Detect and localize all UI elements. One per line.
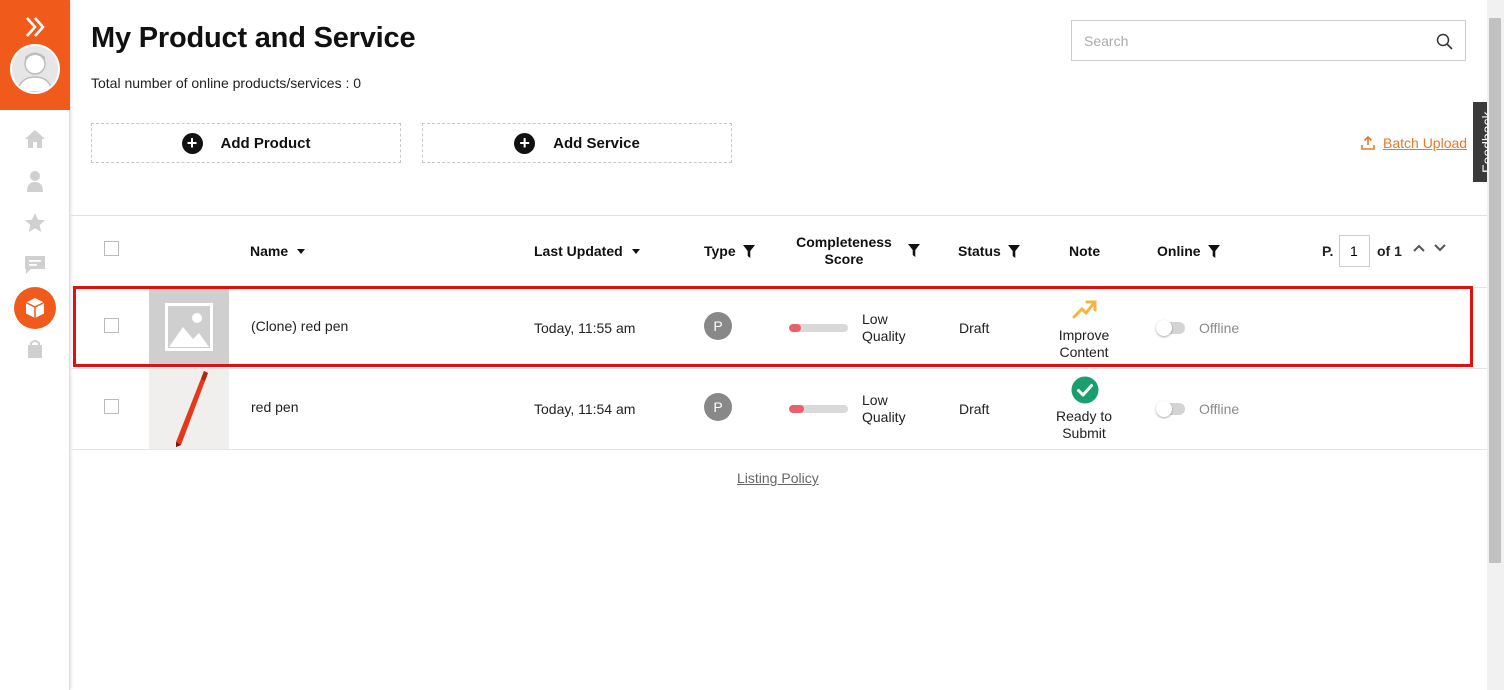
sidebar-header: [0, 0, 70, 110]
page-title: My Product and Service: [91, 22, 416, 54]
avatar[interactable]: [10, 44, 60, 94]
chevron-up-icon[interactable]: [1412, 242, 1426, 254]
completeness-score-fill: [789, 405, 804, 413]
column-header-name[interactable]: Name: [250, 243, 306, 259]
last-updated: Today, 11:55 am: [534, 320, 636, 336]
batch-upload-label: Batch Upload: [1383, 135, 1468, 151]
product-thumbnail[interactable]: [149, 287, 229, 367]
vertical-scrollbar[interactable]: [1487, 0, 1504, 690]
expand-sidebar-icon[interactable]: [24, 14, 46, 40]
completeness-score-bar: [789, 324, 848, 332]
check-circle-icon: [1071, 376, 1099, 404]
column-type-label: Type: [704, 243, 736, 259]
row-checkbox[interactable]: [104, 399, 119, 414]
total-online-count: Total number of online products/services…: [91, 75, 362, 91]
score-quality: Quality: [862, 409, 906, 425]
note-line-1: Improve: [1058, 327, 1110, 343]
star-icon[interactable]: [22, 210, 48, 236]
product-name[interactable]: red pen: [251, 399, 298, 415]
completeness-score-label: Low Quality: [862, 392, 906, 426]
column-last-updated-label: Last Updated: [534, 243, 623, 259]
search-icon[interactable]: [1436, 33, 1453, 50]
completeness-score-bar: [789, 405, 848, 413]
plus-circle-icon: +: [514, 132, 536, 154]
status-text: Draft: [959, 401, 990, 417]
filter-icon[interactable]: [1007, 244, 1020, 258]
add-service-button[interactable]: + Add Service: [422, 123, 732, 163]
filter-icon[interactable]: [908, 244, 920, 257]
batch-upload-link[interactable]: Batch Upload: [1361, 135, 1467, 151]
message-icon[interactable]: [22, 252, 48, 278]
column-header-note: Note: [1069, 243, 1100, 259]
row-divider: [71, 287, 1487, 288]
user-icon[interactable]: [22, 168, 48, 194]
online-status-label: Offline: [1199, 401, 1240, 417]
column-header-completeness[interactable]: Completeness Score: [796, 234, 892, 268]
type-badge: P: [704, 312, 732, 340]
add-product-label: Add Product: [220, 134, 311, 152]
status-text: Draft: [959, 320, 990, 336]
row-divider: [71, 368, 1487, 369]
pager-total: of 1: [1377, 243, 1402, 259]
products-nav-icon[interactable]: [14, 287, 56, 329]
toggle-knob: [1156, 320, 1172, 336]
filter-icon[interactable]: [742, 244, 755, 258]
home-icon[interactable]: [22, 126, 48, 152]
add-product-button[interactable]: + Add Product: [91, 123, 401, 163]
column-header-online[interactable]: Online: [1157, 243, 1220, 259]
toggle-knob: [1156, 401, 1172, 417]
column-header-type[interactable]: Type: [704, 243, 755, 259]
pager-label: P.: [1322, 243, 1334, 259]
sort-caret-icon[interactable]: [631, 248, 640, 254]
column-note-label: Note: [1069, 243, 1101, 259]
trending-up-icon: [1072, 300, 1097, 319]
column-score-label: Score: [824, 251, 864, 267]
column-name-label: Name: [250, 243, 289, 259]
search-box: [1071, 20, 1466, 61]
note-line-2: Content: [1059, 344, 1109, 360]
note-line-1: Ready to: [1055, 408, 1113, 424]
search-input[interactable]: [1072, 21, 1427, 60]
completeness-score-label: Low Quality: [862, 311, 906, 345]
score-level: Low: [862, 392, 888, 408]
add-service-label: Add Service: [553, 134, 640, 152]
column-completeness-label: Completeness: [796, 234, 892, 250]
product-name[interactable]: (Clone) red pen: [251, 318, 348, 334]
last-updated: Today, 11:54 am: [534, 401, 636, 417]
plus-circle-icon: +: [181, 132, 203, 154]
type-badge: P: [704, 393, 732, 421]
listing-policy-link[interactable]: Listing Policy: [737, 470, 819, 486]
image-placeholder-icon: [165, 303, 213, 351]
column-status-label: Status: [958, 243, 1001, 259]
completeness-score-fill: [789, 324, 801, 332]
upload-icon: [1361, 136, 1375, 150]
select-all-checkbox[interactable]: [104, 241, 119, 256]
score-level: Low: [862, 311, 888, 327]
score-quality: Quality: [862, 328, 906, 344]
column-header-last-updated[interactable]: Last Updated: [534, 243, 640, 259]
filter-icon[interactable]: [1207, 244, 1220, 258]
online-toggle[interactable]: [1156, 401, 1185, 417]
shopping-bag-icon[interactable]: [22, 336, 48, 362]
sort-caret-icon[interactable]: [297, 248, 306, 254]
scrollbar-thumb[interactable]: [1489, 18, 1501, 563]
note-text: Ready to Submit: [1039, 408, 1129, 442]
online-status-label: Offline: [1199, 320, 1240, 336]
column-header-status[interactable]: Status: [958, 243, 1020, 259]
red-pen-image: [149, 369, 229, 449]
note-text: Improve Content: [1039, 327, 1129, 361]
chevron-down-icon[interactable]: [1433, 242, 1447, 254]
row-divider: [71, 449, 1487, 450]
product-thumbnail[interactable]: [149, 369, 229, 449]
page-number-input[interactable]: [1339, 235, 1370, 267]
column-online-label: Online: [1157, 243, 1201, 259]
sidebar: [0, 0, 70, 690]
table-divider: [71, 215, 1487, 216]
note-line-2: Submit: [1062, 425, 1106, 441]
online-toggle[interactable]: [1156, 320, 1185, 336]
row-checkbox[interactable]: [104, 318, 119, 333]
